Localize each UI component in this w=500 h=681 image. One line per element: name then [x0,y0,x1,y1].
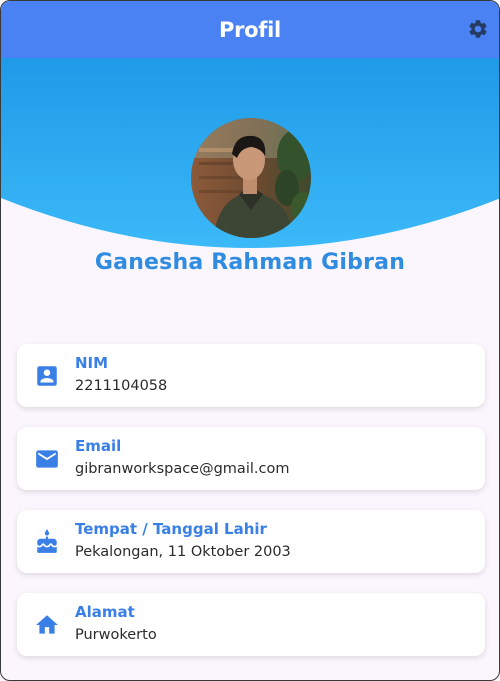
gear-icon[interactable] [467,18,489,40]
avatar [191,118,311,238]
app-window: Profil Ganesha Rahman Gibran NIM 2211104… [0,0,500,681]
home-icon [36,615,58,634]
info-card-email: Email gibranworkspace@gmail.com [17,427,485,490]
info-value: Pekalongan, 11 Oktober 2003 [75,544,291,560]
info-label: Tempat / Tanggal Lahir [75,520,267,538]
info-value: gibranworkspace@gmail.com [75,461,290,477]
info-label: Email [75,437,122,455]
info-label: NIM [75,354,109,372]
badge-icon [37,366,57,386]
info-card-address: Alamat Purwokerto [17,593,485,656]
profile-name: Ganesha Rahman Gibran [94,250,406,275]
cake-icon [37,529,57,553]
info-card-birth: Tempat / Tanggal Lahir Pekalongan, 11 Ok… [17,510,485,573]
info-label: Alamat [75,603,135,621]
info-value: 2211104058 [75,378,168,394]
email-icon [36,450,58,468]
info-value: Purwokerto [75,627,157,643]
info-card-nim: NIM 2211104058 [17,344,485,407]
page-title: Profil [219,17,281,42]
app-bar: Profil [1,1,499,58]
